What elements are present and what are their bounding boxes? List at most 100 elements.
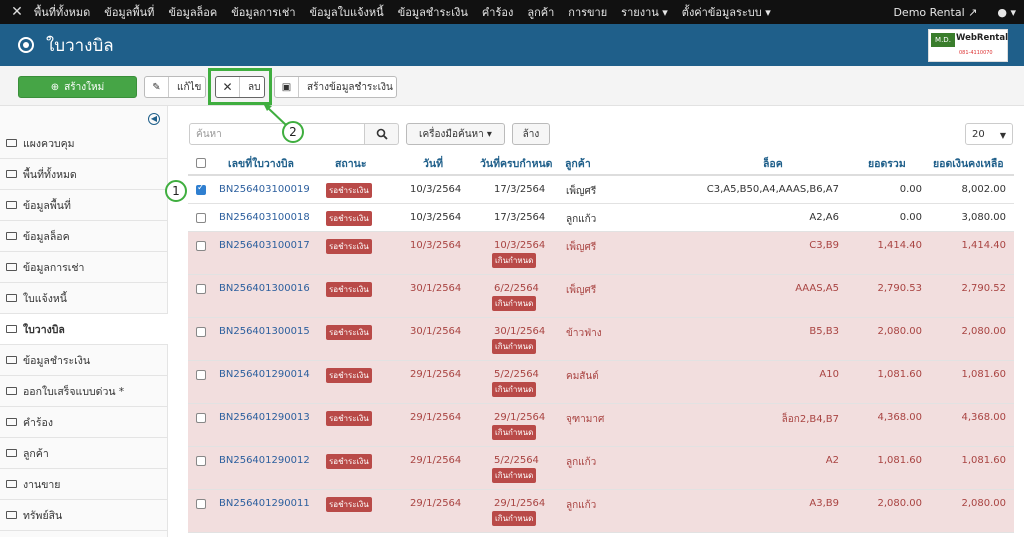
joomla-icon[interactable]: ✕ <box>0 4 34 20</box>
search-button[interactable] <box>364 123 399 145</box>
nav-all-areas[interactable]: พื้นที่ทั้งหมด <box>34 3 90 21</box>
nav-area-info[interactable]: ข้อมูลพื้นที่ <box>104 3 154 21</box>
doc-number-link[interactable]: BN256401290012 <box>219 455 310 466</box>
sidebar-item[interactable]: ทรัพย์สิน <box>0 500 168 531</box>
sidebar-item[interactable]: ใบวางบิล <box>0 314 168 345</box>
date-cell: 10/3/2564 <box>410 240 462 251</box>
row-checkbox[interactable] <box>196 183 206 195</box>
sidebar-item[interactable]: พื้นที่ทั้งหมด <box>0 159 168 190</box>
status-badge: รอชำระเงิน <box>326 239 372 254</box>
col-total[interactable]: ยอดรวม <box>868 155 906 172</box>
site-link[interactable]: Demo Rental ↗ <box>893 6 977 19</box>
sidebar-item[interactable]: ข้อมูลพื้นที่ <box>0 190 168 221</box>
nav-rental-info[interactable]: ข้อมูลการเช่า <box>231 3 295 21</box>
col-date[interactable]: วันที่ <box>423 155 443 172</box>
stop-icon: ▣ <box>275 77 299 97</box>
balance-cell: 4,368.00 <box>961 412 1006 423</box>
row-checkbox[interactable] <box>196 370 206 380</box>
col-doc-number[interactable]: เลขที่ใบวางบิล <box>228 155 294 172</box>
logo-phone: 081-4110070 <box>959 50 993 56</box>
sidebar-item[interactable]: งานขาย <box>0 469 168 500</box>
new-button[interactable]: ⊕ สร้างใหม่ <box>18 76 137 98</box>
sidebar-item-label: ใบแจ้งหนี้ <box>23 292 67 305</box>
table-row[interactable]: BN256401300016 30/1/2564 6/2/2564 เพ็ญศรี AA… <box>188 275 1014 318</box>
edit-button[interactable]: ✎ แก้ไข <box>144 76 206 98</box>
table-row[interactable]: BN256403100018 10/3/2564 17/3/2564 ลูกแก้ว A… <box>188 204 1014 232</box>
due-date-cell: 5/2/2564 <box>494 455 539 466</box>
logo-brand: WebRental <box>956 33 1008 43</box>
search-input[interactable] <box>189 123 365 145</box>
folder-icon <box>6 418 17 426</box>
create-payment-label: สร้างข้อมูลชำระเงิน <box>307 81 393 93</box>
date-cell: 29/1/2564 <box>410 455 462 466</box>
user-menu[interactable]: ● ▾ <box>997 6 1016 19</box>
table-row[interactable]: BN256401290011 29/1/2564 29/1/2564 ลูกแก้ว A… <box>188 490 1014 533</box>
nav-invoice-info[interactable]: ข้อมูลใบแจ้งหนี้ <box>310 3 384 21</box>
col-due-date[interactable]: วันที่ครบกำหนด <box>480 155 553 172</box>
col-status[interactable]: สถานะ <box>335 155 366 172</box>
doc-number-link[interactable]: BN256401290013 <box>219 412 310 423</box>
overdue-badge: เกินกำหนด <box>492 382 537 397</box>
table-row[interactable]: BN256403100017 10/3/2564 10/3/2564 เพ็ญศรี C… <box>188 232 1014 275</box>
doc-number-link[interactable]: BN256403100018 <box>219 212 310 223</box>
total-cell: 1,414.40 <box>877 240 922 251</box>
col-balance[interactable]: ยอดเงินคงเหลือ <box>933 155 1004 172</box>
page-size-value: 20 <box>972 128 985 140</box>
total-cell: 0.00 <box>899 184 922 195</box>
collapse-sidebar-icon[interactable]: ◀ <box>148 113 160 125</box>
row-checkbox[interactable] <box>196 241 206 251</box>
sidebar-item-label: ข้อมูลพื้นที่ <box>23 199 71 212</box>
row-checkbox[interactable] <box>196 456 206 466</box>
clear-button[interactable]: ล้าง <box>512 123 550 145</box>
nav-sales[interactable]: การขาย <box>568 3 607 21</box>
sidebar-item[interactable]: คำร้อง <box>0 407 168 438</box>
sidebar-item[interactable]: ข้อมูลชำระเงิน <box>0 345 168 376</box>
user-menu-caret: ▾ <box>1010 5 1016 19</box>
table-row[interactable]: BN256401290012 29/1/2564 5/2/2564 ลูกแก้ว A2… <box>188 447 1014 490</box>
doc-number-link[interactable]: BN256401290011 <box>219 498 310 509</box>
nav-reports[interactable]: รายงาน ▾ <box>621 3 668 21</box>
sidebar-item-label: ข้อมูลการเช่า <box>23 261 85 274</box>
table-row[interactable]: BN256403100019 10/3/2564 17/3/2564 เพ็ญศรี C… <box>188 176 1014 204</box>
select-all-checkbox[interactable] <box>196 158 206 168</box>
create-payment-button[interactable]: ▣ สร้างข้อมูลชำระเงิน <box>274 76 397 98</box>
row-checkbox[interactable] <box>196 413 206 423</box>
doc-number-link[interactable]: BN256403100019 <box>219 184 310 195</box>
table-row[interactable]: BN256401290014 29/1/2564 5/2/2564 คมสันต์ A1… <box>188 361 1014 404</box>
sidebar-item[interactable]: ลูกค้า <box>0 438 168 469</box>
row-checkbox[interactable] <box>196 213 206 223</box>
nav-requests[interactable]: คำร้อง <box>482 3 513 21</box>
nav-lock-info[interactable]: ข้อมูลล็อค <box>168 3 217 21</box>
search-tools-button[interactable]: เครื่องมือค้นหา ▾ <box>406 123 505 145</box>
table-row[interactable]: BN256401290013 29/1/2564 29/1/2564 จุฑามาศ ล… <box>188 404 1014 447</box>
total-cell: 2,080.00 <box>877 326 922 337</box>
sidebar-item[interactable]: แผงควบคุม <box>0 128 168 159</box>
row-checkbox[interactable] <box>196 499 206 509</box>
sidebar-item[interactable]: ออกใบเสร็จแบบด่วน * <box>0 376 168 407</box>
nav-settings[interactable]: ตั้งค่าข้อมูลระบบ ▾ <box>682 3 771 21</box>
table-row[interactable]: BN256401300015 30/1/2564 30/1/2564 ข้าวฟ่าง… <box>188 318 1014 361</box>
sidebar-item[interactable]: ข้อมูลการเช่า <box>0 252 168 283</box>
col-customer[interactable]: ลูกค้า <box>565 155 591 172</box>
doc-number-link[interactable]: BN256403100017 <box>219 240 310 251</box>
total-cell: 4,368.00 <box>877 412 922 423</box>
folder-icon <box>6 387 17 395</box>
folder-icon <box>6 232 17 240</box>
sidebar-item[interactable]: ใบแจ้งหนี้ <box>0 283 168 314</box>
customer-cell: คมสันต์ <box>566 371 599 382</box>
sidebar-item-label: ทรัพย์สิน <box>23 509 63 522</box>
sidebar-item[interactable]: ข้อมูลล็อค <box>0 221 168 252</box>
date-cell: 29/1/2564 <box>410 498 462 509</box>
callout-1: 1 <box>165 180 187 202</box>
row-checkbox[interactable] <box>196 327 206 337</box>
doc-number-link[interactable]: BN256401290014 <box>219 369 310 380</box>
due-date-cell: 17/3/2564 <box>494 184 546 195</box>
page-size-select[interactable]: 20 ▼ <box>965 123 1013 145</box>
nav-customers[interactable]: ลูกค้า <box>527 3 554 21</box>
doc-number-link[interactable]: BN256401300015 <box>219 326 310 337</box>
lock-cell: C3,B9 <box>809 240 839 251</box>
col-lock[interactable]: ล็อค <box>763 155 783 172</box>
nav-payment-info[interactable]: ข้อมูลชำระเงิน <box>398 3 468 21</box>
row-checkbox[interactable] <box>196 284 206 294</box>
doc-number-link[interactable]: BN256401300016 <box>219 283 310 294</box>
